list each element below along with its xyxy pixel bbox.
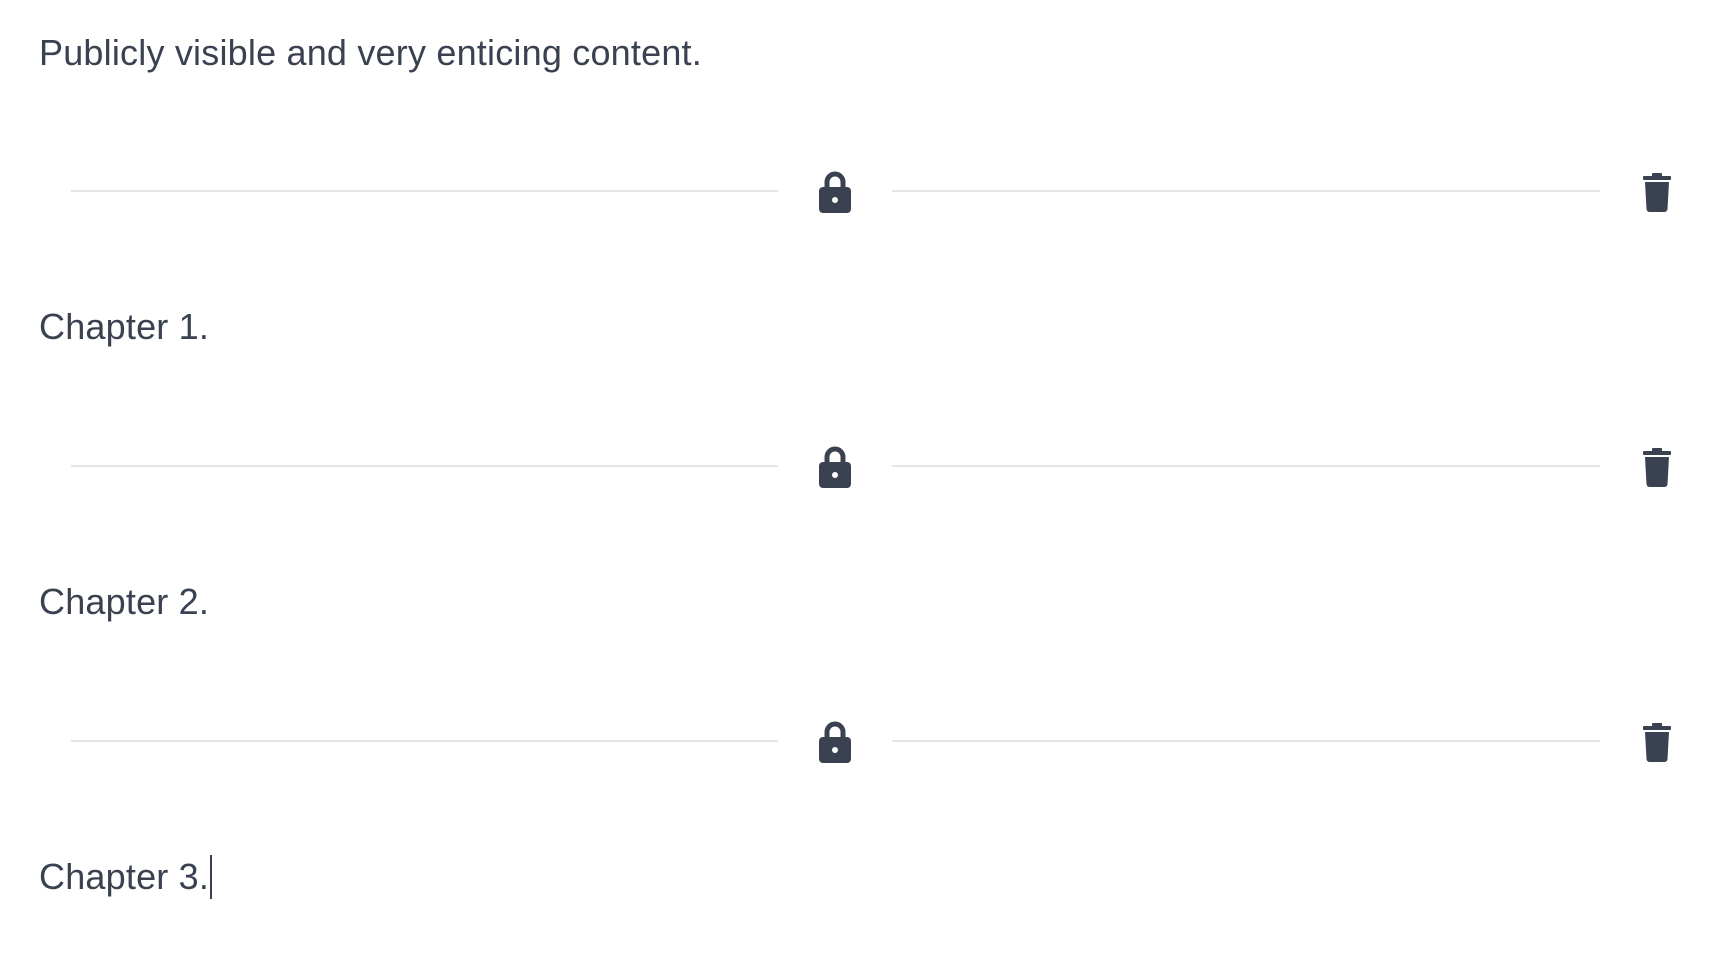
lock-button[interactable] bbox=[814, 719, 856, 765]
divider-line-left bbox=[71, 190, 778, 192]
delete-divider-button[interactable] bbox=[1639, 719, 1675, 765]
divider-line-right bbox=[892, 465, 1600, 467]
document-editor[interactable]: Publicly visible and very enticing conte… bbox=[0, 0, 1718, 958]
paragraph-chapter-3[interactable]: Chapter 3. bbox=[39, 855, 213, 899]
trash-icon bbox=[1643, 448, 1671, 487]
paragraph-chapter-2[interactable]: Chapter 2. bbox=[39, 580, 209, 624]
paragraph-intro[interactable]: Publicly visible and very enticing conte… bbox=[39, 31, 702, 75]
lock-button[interactable] bbox=[814, 169, 856, 215]
paywall-divider-3 bbox=[0, 711, 1718, 771]
lock-button[interactable] bbox=[814, 444, 856, 490]
trash-icon bbox=[1643, 173, 1671, 212]
divider-line-left bbox=[71, 740, 778, 742]
divider-line-left bbox=[71, 465, 778, 467]
delete-divider-button[interactable] bbox=[1639, 444, 1675, 490]
text-caret bbox=[210, 855, 213, 899]
lock-icon bbox=[819, 446, 851, 488]
paragraph-chapter-1[interactable]: Chapter 1. bbox=[39, 305, 209, 349]
lock-icon bbox=[819, 721, 851, 763]
paywall-divider-2 bbox=[0, 436, 1718, 496]
lock-icon bbox=[819, 171, 851, 213]
paragraph-chapter-3-text: Chapter 3. bbox=[39, 856, 210, 897]
paywall-divider-1 bbox=[0, 161, 1718, 221]
divider-line-right bbox=[892, 190, 1600, 192]
divider-line-right bbox=[892, 740, 1600, 742]
delete-divider-button[interactable] bbox=[1639, 169, 1675, 215]
trash-icon bbox=[1643, 723, 1671, 762]
